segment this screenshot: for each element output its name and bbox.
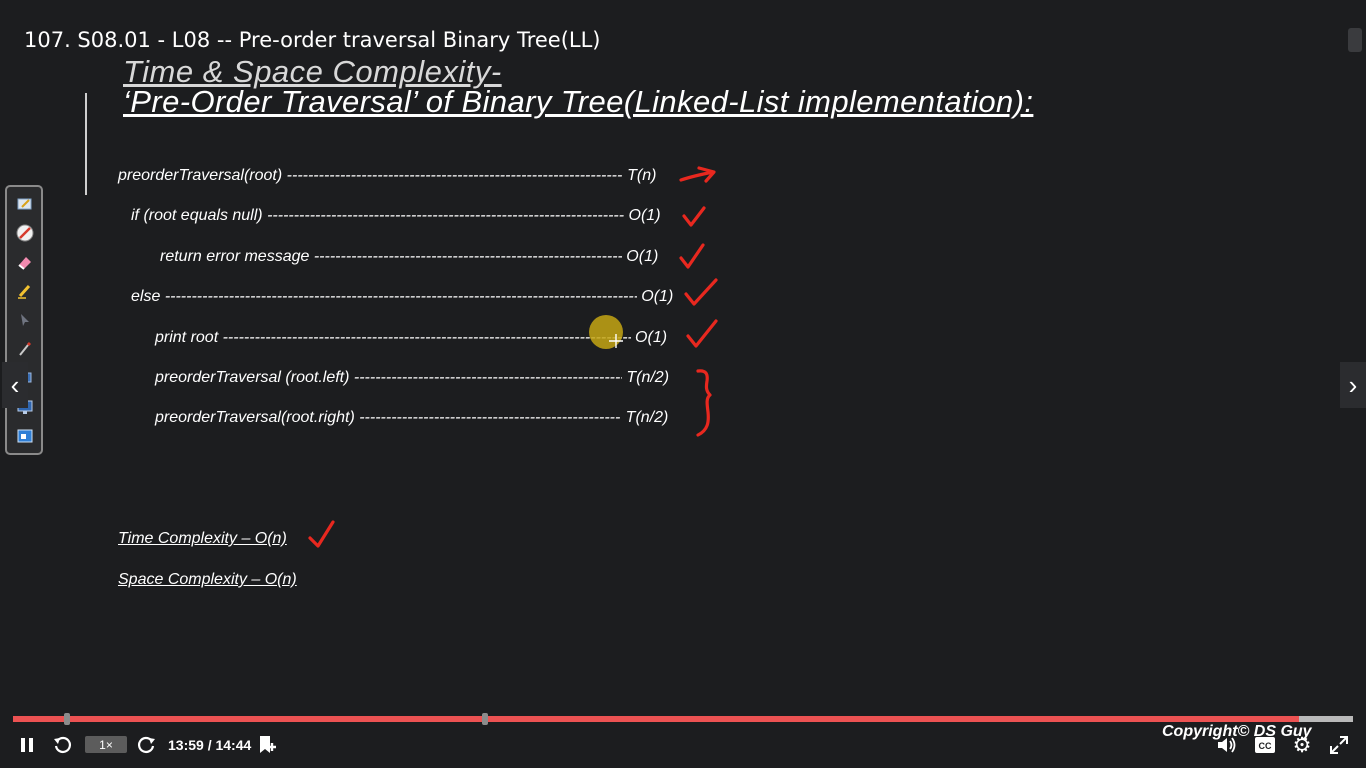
- code-line-cost: O(1): [635, 329, 668, 346]
- video-stage[interactable]: 107. S08.01 - L08 -- Pre-order traversal…: [0, 0, 1366, 768]
- side-panel-handle[interactable]: [1348, 28, 1362, 52]
- gear-icon[interactable]: ⚙: [1291, 734, 1313, 757]
- leader-dashes: ----------------------------------------…: [313, 248, 622, 265]
- volume-icon[interactable]: [1216, 735, 1238, 755]
- code-line-text: else: [131, 288, 161, 305]
- code-line-text: return error message: [160, 248, 310, 265]
- code-line-cost: O(1): [626, 248, 659, 265]
- rewind-icon[interactable]: [52, 735, 72, 755]
- playback-speed-button[interactable]: 1×: [85, 736, 127, 753]
- pause-icon[interactable]: [18, 736, 36, 754]
- leader-dashes: ----------------------------------------…: [267, 207, 625, 224]
- crosshair-cursor-icon: [609, 334, 623, 348]
- slide-heading-line2: ‘Pre-Order Traversal’ of Binary Tree(Lin…: [123, 84, 1034, 119]
- expand-icon[interactable]: [1328, 734, 1350, 756]
- checkmark-annotation: [308, 520, 335, 548]
- current-time: 13:59: [168, 737, 204, 753]
- leader-dashes: ----------------------------------------…: [164, 288, 637, 305]
- forward-icon[interactable]: [137, 735, 157, 755]
- time-separator: /: [203, 737, 216, 753]
- window-icon[interactable]: [16, 427, 34, 445]
- code-line-cost: O(1): [628, 207, 661, 224]
- code-line: preorderTraversal(root) ----------------…: [118, 167, 656, 185]
- total-time: 14:44: [215, 737, 252, 753]
- code-line-cost: O(1): [641, 288, 674, 305]
- eraser-icon[interactable]: [16, 253, 34, 271]
- code-line: else -----------------------------------…: [131, 288, 673, 306]
- leader-dashes: ----------------------------------------…: [286, 167, 623, 184]
- code-line-text: if (root equals null): [131, 207, 263, 224]
- code-line-text: preorderTraversal(root): [118, 167, 283, 184]
- lecture-title: 107. S08.01 - L08 -- Pre-order traversal…: [24, 28, 601, 52]
- highlighter-icon[interactable]: [16, 282, 34, 300]
- code-line-cost: T(n/2): [625, 409, 669, 426]
- pen-icon[interactable]: [16, 224, 34, 242]
- chevron-right-icon[interactable]: ›: [1340, 362, 1366, 408]
- leader-dashes: ----------------------------------------…: [359, 409, 621, 426]
- time-display: 13:59 / 14:44: [168, 737, 251, 753]
- chapter-marker[interactable]: [481, 713, 488, 725]
- code-line-text: preorderTraversal(root.right): [155, 409, 355, 426]
- chevron-left-icon[interactable]: ‹: [2, 362, 28, 408]
- progress-played: [13, 716, 1299, 722]
- space-complexity-label: Space Complexity – O(n): [118, 571, 297, 588]
- progress-bar[interactable]: [13, 713, 1353, 725]
- code-line-text: print root: [155, 329, 219, 346]
- time-complexity-label: Time Complexity – O(n): [118, 530, 287, 547]
- checkmark-annotation: [682, 206, 706, 227]
- drawing-toolbox: [5, 185, 43, 455]
- captions-icon[interactable]: CC: [1254, 736, 1276, 754]
- bookmark-add-icon[interactable]: [256, 734, 278, 756]
- checkmark-annotation: [684, 278, 718, 306]
- control-bar: 1× 13:59 / 14:44 CC ⚙: [0, 728, 1366, 762]
- code-line: preorderTraversal(root.right) ----------…: [155, 409, 668, 427]
- checkmark-annotation: [679, 243, 705, 269]
- code-line: return error message -------------------…: [160, 248, 658, 266]
- checkmark-annotation: [686, 319, 718, 348]
- pointer-icon[interactable]: [16, 311, 34, 329]
- arrow-annotation: [679, 166, 716, 183]
- svg-text:CC: CC: [1259, 741, 1272, 751]
- code-line: preorderTraversal (root.left) ----------…: [155, 369, 669, 387]
- brace-annotation: [696, 369, 712, 437]
- brush-icon[interactable]: [16, 340, 34, 358]
- whiteboard-icon[interactable]: [16, 195, 34, 213]
- code-line: if (root equals null) ------------------…: [131, 207, 661, 225]
- code-line-cost: T(n/2): [626, 369, 670, 386]
- chapter-marker[interactable]: [63, 713, 70, 725]
- leader-dashes: ----------------------------------------…: [353, 369, 622, 386]
- code-line-cost: T(n): [627, 167, 657, 184]
- leader-dashes: ----------------------------------------…: [222, 329, 631, 346]
- slide-vertical-rule: [85, 93, 87, 195]
- code-line-text: preorderTraversal (root.left): [155, 369, 350, 386]
